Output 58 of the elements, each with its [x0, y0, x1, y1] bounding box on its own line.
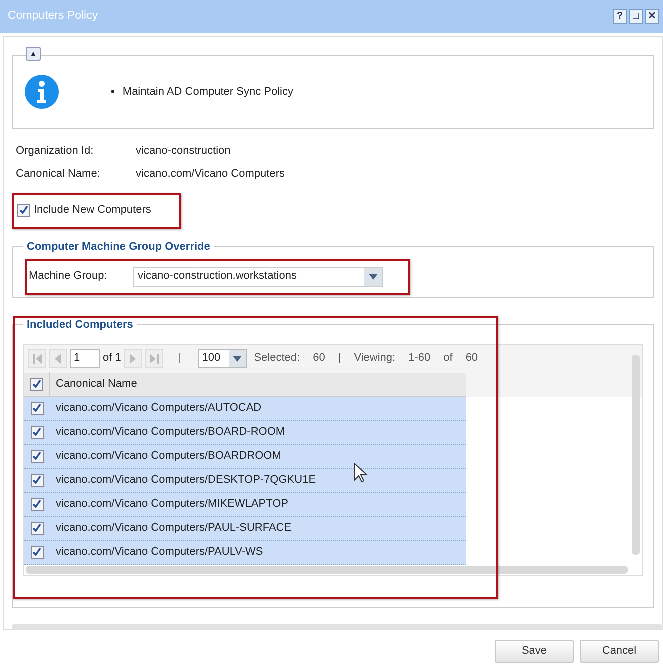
viewing-range: 1-60 — [408, 351, 431, 366]
last-page-icon — [150, 354, 159, 364]
checkbox[interactable] — [30, 426, 44, 438]
total-count: 60 — [466, 351, 478, 366]
table-row[interactable]: vicano.com/Vicano Computers/DESKTOP-7QGKU1E — [24, 468, 466, 492]
mouse-cursor-icon — [354, 462, 368, 482]
checkbox-label: Include New Computers — [34, 203, 152, 218]
close-button[interactable]: ✕ — [645, 9, 659, 24]
selected-label: Selected: — [254, 351, 300, 366]
first-page-icon — [32, 354, 42, 364]
previous-page-icon — [55, 354, 61, 364]
checkbox[interactable] — [30, 522, 44, 534]
checkbox[interactable] — [30, 474, 44, 486]
computer-name: vicano.com/Vicano Computers/AUTOCAD — [55, 400, 262, 416]
info-icon — [25, 75, 59, 109]
checkbox[interactable] — [30, 378, 43, 390]
table-row[interactable]: vicano.com/Vicano Computers/BOARDROOM — [24, 444, 466, 468]
computer-name: vicano.com/Vicano Computers/MIKEWLAPTOP — [55, 496, 289, 512]
bullet: ▪ — [111, 84, 115, 100]
field-value: vicano-construction — [136, 144, 231, 159]
window-title: Computers Policy — [8, 8, 100, 24]
computer-name: vicano.com/Vicano Computers/BOARD-ROOM — [55, 424, 286, 440]
field-label: Machine Group: — [29, 269, 108, 284]
computer-name: vicano.com/Vicano Computers/PAUL-SURFACE — [55, 520, 292, 536]
checkbox[interactable] — [30, 498, 44, 510]
computer-name: vicano.com/Vicano Computers/PAULV-WS — [55, 544, 264, 560]
field-label: Organization Id: — [16, 144, 95, 159]
help-button[interactable]: ? — [613, 9, 627, 24]
computer-name: vicano.com/Vicano Computers/BOARDROOM — [55, 448, 282, 464]
field-label: Canonical Name: — [16, 167, 102, 182]
selected-count: 60 — [313, 351, 326, 366]
machine-group-select[interactable]: vicano-construction.workstations — [133, 266, 383, 286]
save-button[interactable]: Save — [495, 640, 574, 663]
page-count: of 1 — [103, 351, 122, 366]
column-header: Canonical Name — [55, 376, 138, 392]
separator: | — [338, 351, 342, 366]
of-label: of — [444, 351, 453, 366]
separator: | — [178, 351, 182, 366]
dropdown-icon — [229, 350, 246, 367]
table-row[interactable]: vicano.com/Vicano Computers/BOARD-ROOM — [24, 420, 466, 444]
info-message: Maintain AD Computer Sync Policy — [122, 84, 294, 100]
cancel-button[interactable]: Cancel — [580, 640, 659, 663]
table-row[interactable]: vicano.com/Vicano Computers/PAUL-SURFACE — [24, 516, 466, 540]
maximize-button[interactable]: □ — [629, 9, 643, 24]
dropdown-icon — [364, 268, 382, 286]
checkbox[interactable] — [30, 546, 44, 558]
table-row[interactable]: vicano.com/Vicano Computers/MIKEWLAPTOP — [24, 492, 466, 516]
page-size-select[interactable]: 100 — [198, 349, 248, 368]
next-page-icon — [130, 354, 136, 364]
table-row[interactable]: vicano.com/Vicano Computers/PAULV-WS — [24, 540, 466, 564]
checkbox[interactable] — [17, 204, 30, 217]
page-field[interactable]: 1 — [70, 349, 100, 368]
computer-name: vicano.com/Vicano Computers/DESKTOP-7QGKU1E — [55, 472, 316, 488]
checkbox[interactable] — [30, 450, 44, 462]
field-value: vicano.com/Vicano Computers — [136, 167, 285, 182]
viewing-label: Viewing: — [354, 351, 396, 366]
checkbox[interactable] — [30, 402, 44, 414]
table-row[interactable]: vicano.com/Vicano Computers/AUTOCAD — [24, 396, 466, 420]
